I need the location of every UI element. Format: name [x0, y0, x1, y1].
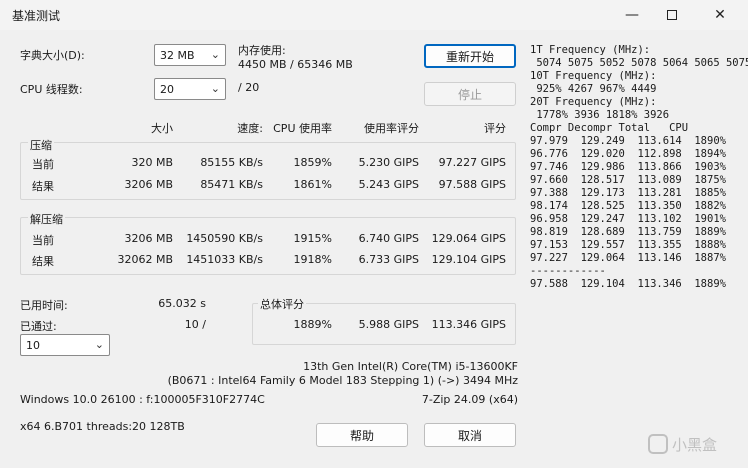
compress-result-usage: 1861%	[293, 178, 332, 191]
compress-result-size: 3206 MB	[124, 178, 173, 191]
col-usage-rating-header: 使用率评分	[364, 122, 419, 135]
decompress-current-usage: 1915%	[293, 232, 332, 245]
cancel-button[interactable]: 取消	[424, 423, 516, 447]
os-info: Windows 10.0 26100 : f:100005F310F2774C	[20, 393, 265, 406]
compress-result-urating: 5.243 GIPS	[358, 178, 419, 191]
help-button[interactable]: 帮助	[316, 423, 408, 447]
dict-size-select[interactable]: 32 MB ⌄	[154, 44, 226, 66]
frequency-log: 1T Frequency (MHz): 5074 5075 5052 5078 …	[530, 44, 748, 291]
passes-select-value: 10	[26, 338, 40, 352]
decompress-result-label: 结果	[32, 255, 54, 268]
compress-current-speed: 85155 KB/s	[200, 156, 263, 169]
watermark-logo-icon	[648, 434, 668, 454]
frequency-log-line: 925% 4267 967% 4449	[530, 83, 657, 95]
decompress-result-speed: 1451033 KB/s	[186, 253, 263, 266]
decompress-result-size: 32062 MB	[117, 253, 173, 266]
restart-button[interactable]: 重新开始	[424, 44, 516, 68]
decompress-current-speed: 1450590 KB/s	[186, 232, 263, 245]
stop-button[interactable]: 停止	[424, 82, 516, 106]
version-info: 7-Zip 24.09 (x64)	[421, 393, 518, 406]
frequency-log-line: 97.388 129.173 113.281 1885%	[530, 187, 726, 199]
frequency-log-line: 96.958 129.247 113.102 1901%	[530, 213, 726, 225]
chevron-down-icon: ⌄	[94, 338, 104, 351]
decompress-current-urating: 6.740 GIPS	[358, 232, 419, 245]
compress-result-label: 结果	[32, 180, 54, 193]
elapsed-time-label: 已用时间:	[20, 299, 68, 312]
col-rating-header: 评分	[484, 122, 506, 135]
decompress-group	[20, 217, 516, 275]
frequency-log-line: ------------	[530, 265, 606, 277]
decompress-result-rating: 129.104 GIPS	[431, 253, 506, 266]
frequency-log-line: 97.227 129.064 113.146 1887%	[530, 252, 726, 264]
frequency-log-line: 97.979 129.249 113.614 1890%	[530, 135, 726, 147]
frequency-log-line: 10T Frequency (MHz):	[530, 70, 657, 82]
frequency-log-line: 97.660 128.517 113.089 1875%	[530, 174, 726, 186]
compress-current-label: 当前	[32, 158, 54, 171]
frequency-log-line: 5074 5075 5052 5078 5064 5065 5075	[530, 57, 748, 69]
watermark: 小黑盒	[648, 430, 740, 458]
minimize-button[interactable]: —	[612, 0, 652, 30]
frequency-log-line: 98.174 128.525 113.350 1882%	[530, 200, 726, 212]
frequency-log-line: 20T Frequency (MHz):	[530, 96, 657, 108]
minimize-icon: —	[625, 7, 639, 23]
chevron-down-icon: ⌄	[210, 82, 220, 95]
compress-result-speed: 85471 KB/s	[200, 178, 263, 191]
total-rating-label: 总体评分	[258, 296, 306, 312]
cpu-detail: (B0671 : Intel64 Family 6 Model 183 Step…	[167, 374, 518, 387]
frequency-log-line: 97.153 129.557 113.355 1888%	[530, 239, 726, 251]
dict-size-value: 32 MB	[160, 48, 195, 62]
compress-current-usage: 1859%	[293, 156, 332, 169]
passes-label: 已通过:	[20, 320, 57, 333]
frequency-log-line: 1T Frequency (MHz):	[530, 44, 651, 56]
cpu-threads-value: 20	[160, 82, 174, 96]
threads-total: / 20	[238, 81, 260, 94]
frequency-log-line: 96.776 129.020 112.898 1894%	[530, 148, 726, 160]
close-button[interactable]: ✕	[700, 0, 740, 30]
decompress-current-size: 3206 MB	[124, 232, 173, 245]
elapsed-time-value: 65.032 s	[158, 297, 206, 310]
memory-usage-label: 内存使用:	[238, 44, 286, 57]
compress-current-rating: 97.227 GIPS	[438, 156, 506, 169]
window-title: 基准测试	[12, 9, 61, 23]
col-cpu-usage-header: CPU 使用率	[273, 122, 332, 135]
compress-current-size: 320 MB	[131, 156, 173, 169]
compress-result-rating: 97.588 GIPS	[438, 178, 506, 191]
passes-select[interactable]: 10 ⌄	[20, 334, 110, 356]
compress-current-urating: 5.230 GIPS	[358, 156, 419, 169]
frequency-log-line: 1778% 3936 1818% 3926	[530, 109, 670, 121]
total-rating: 113.346 GIPS	[431, 318, 506, 331]
chevron-down-icon: ⌄	[210, 48, 220, 61]
decompress-current-label: 当前	[32, 234, 54, 247]
decompress-result-usage: 1918%	[293, 253, 332, 266]
total-usage: 1889%	[293, 318, 332, 331]
build-info: x64 6.B701 threads:20 128TB	[20, 420, 185, 433]
close-icon: ✕	[714, 7, 726, 23]
total-usage-rating: 5.988 GIPS	[358, 318, 419, 331]
memory-usage-value: 4450 MB / 65346 MB	[238, 58, 353, 71]
dict-size-label: 字典大小(D):	[20, 49, 85, 62]
frequency-log-line: 98.819 128.689 113.759 1889%	[530, 226, 726, 238]
maximize-button[interactable]	[652, 0, 692, 30]
frequency-log-line: 97.746 129.986 113.866 1903%	[530, 161, 726, 173]
compress-group	[20, 142, 516, 200]
col-size-header: 大小	[151, 122, 173, 135]
passes-value: 10 /	[184, 318, 206, 331]
maximize-icon	[667, 10, 677, 20]
cpu-threads-select[interactable]: 20 ⌄	[154, 78, 226, 100]
decompress-group-label: 解压缩	[28, 211, 65, 227]
cpu-name: 13th Gen Intel(R) Core(TM) i5-13600KF	[303, 360, 518, 373]
decompress-current-rating: 129.064 GIPS	[431, 232, 506, 245]
compress-group-label: 压缩	[28, 137, 54, 153]
col-speed-header: 速度:	[237, 122, 263, 135]
decompress-result-urating: 6.733 GIPS	[358, 253, 419, 266]
cpu-threads-label: CPU 线程数:	[20, 83, 83, 96]
watermark-text: 小黑盒	[672, 435, 718, 454]
frequency-log-line: 97.588 129.104 113.346 1889%	[530, 278, 726, 290]
frequency-log-line: Compr Decompr Total CPU	[530, 122, 689, 134]
